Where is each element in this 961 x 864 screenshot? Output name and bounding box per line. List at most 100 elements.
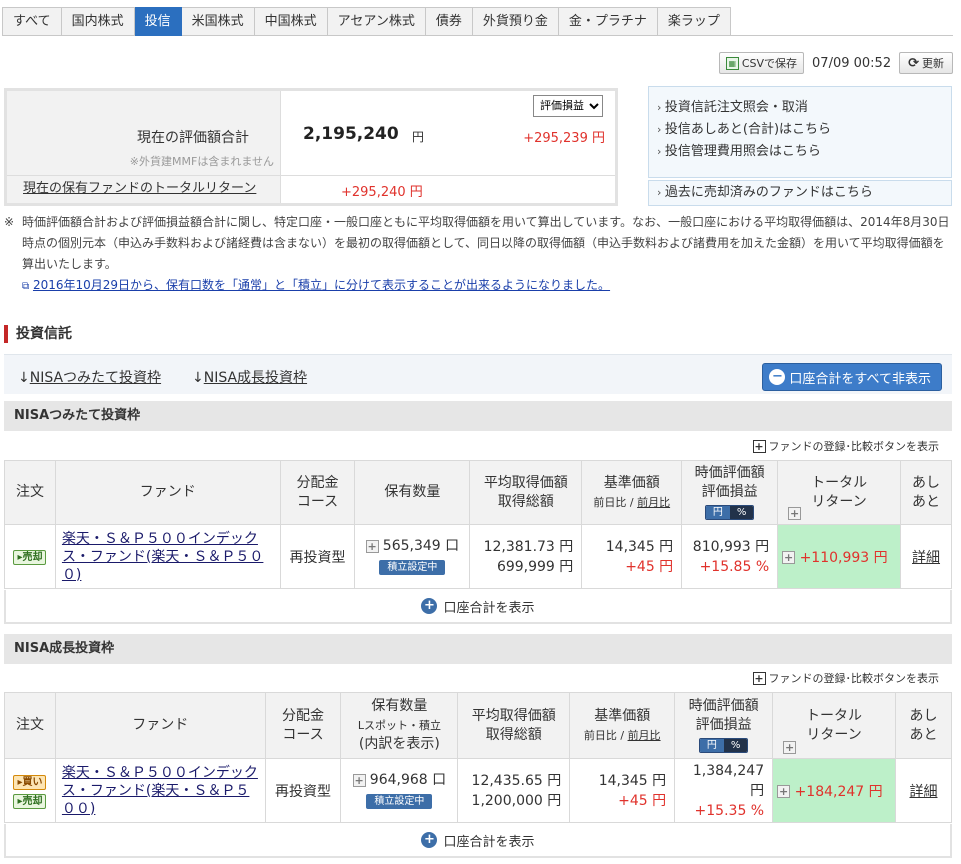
toggle-yen[interactable]: 円 (705, 506, 730, 519)
return-expand-icon[interactable]: + (777, 785, 791, 798)
gain-type-select[interactable]: 評価損益 (533, 95, 603, 117)
col-avg: 平均取得価額 取得総額 (469, 460, 583, 525)
refresh-button[interactable]: ⟳ 更新 (899, 52, 953, 74)
tab-mutual-funds[interactable]: 投信 (134, 7, 182, 36)
plus-circle-icon: + (421, 598, 438, 614)
tab-all[interactable]: すべて (2, 7, 62, 36)
avg-price: 12,435.65 円 (471, 772, 562, 789)
col-avg-line1: 平均取得価額 (471, 707, 556, 724)
col-avg: 平均取得価額 取得総額 (457, 692, 571, 759)
tab-foreign-deposits[interactable]: 外貨預り金 (472, 7, 559, 36)
col-qty: 保有数量 Lスポット・積立 (内訳を表示) (340, 692, 459, 759)
fund-register-toggle[interactable]: + ファンドの登録･比較ボタンを表示 (752, 670, 940, 686)
col-avg-line2: 取得総額 (497, 493, 554, 510)
plus-box-icon: + (752, 671, 766, 685)
col-avg-line1: 平均取得価額 (483, 474, 568, 491)
toggle-yen[interactable]: 円 (699, 739, 724, 752)
management-fee-link[interactable]: 投信管理費用照会はこちら (657, 141, 951, 163)
expand-icon[interactable]: + (788, 507, 802, 520)
avg-price: 12,381.73 円 (483, 538, 574, 555)
total-return: +110,993 円 (799, 549, 888, 566)
tsumitate-badge[interactable]: 積立設定中 (366, 794, 433, 809)
buy-button[interactable]: ▸買い (13, 774, 47, 790)
col-value: 時価評価額 評価損益円% (681, 460, 779, 525)
refresh-label: 更新 (922, 57, 944, 70)
disclaimer-mark: ※ (4, 215, 15, 229)
total-return-row: 現在の保有ファンドのトータルリターン +295,240 円 (7, 175, 615, 203)
yen-pct-toggle[interactable]: 円% (698, 738, 749, 753)
tsumitate-badge[interactable]: 積立設定中 (379, 560, 446, 575)
col-base-monthratio-link[interactable]: 前月比 (628, 729, 661, 742)
qty-expand-icon[interactable]: + (352, 774, 366, 787)
toggle-pct[interactable]: % (729, 506, 754, 519)
holding-qty: 565,349 口 (382, 538, 460, 554)
asset-tabs: すべて 国内株式 投信 米国株式 中国株式 アセアン株式 債券 外貨預り金 金・… (2, 7, 953, 36)
col-qty-line1: 保有数量 (371, 698, 428, 714)
tab-rakuwrap[interactable]: 楽ラップ (657, 7, 731, 36)
col-total-return: トータル リターン + (777, 460, 902, 525)
csv-save-button[interactable]: ▦ CSVで保存 (718, 52, 805, 74)
anchor-nisa-tsumitate-label: NISAつみたて投資枠 (29, 370, 162, 386)
col-base-monthratio-link[interactable]: 前月比 (637, 496, 670, 509)
tab-gold-platinum[interactable]: 金・プラチナ (558, 7, 658, 36)
yen-pct-toggle[interactable]: 円% (704, 505, 755, 520)
anchor-nisa-growth[interactable]: ↓NISA成長投資枠 (192, 367, 307, 387)
col-base-sep: / (620, 728, 625, 742)
past-sold-funds-link[interactable]: 過去に売却済みのファンドはこちら (648, 180, 952, 206)
qty-breakdown-link[interactable]: (内訳を表示) (359, 736, 440, 752)
show-account-total-button[interactable]: + 口座合計を表示 (4, 590, 952, 624)
detail-link[interactable]: 詳細 (912, 550, 940, 566)
col-fund: ファンド (54, 460, 281, 525)
fund-register-label: ファンドの登録･比較ボタンを表示 (768, 672, 940, 685)
return-expand-icon[interactable]: + (782, 551, 796, 564)
base-price: 14,345 円 (598, 772, 667, 789)
show-account-total-label: 口座合計を表示 (443, 834, 535, 850)
fund-register-label: ファンドの登録･比較ボタンを表示 (768, 440, 940, 453)
valuation-summary: 現在の評価額合計 ※外貨建MMFは含まれません 2,195,240 円 評価損益… (4, 88, 618, 206)
qty-expand-icon[interactable]: + (365, 540, 379, 553)
toolbar: ▦ CSVで保存 07/09 00:52 ⟳ 更新 (718, 52, 953, 74)
tab-china-stocks[interactable]: 中国株式 (254, 7, 328, 36)
hide-all-totals-button[interactable]: − 口座合計をすべて非表示 (762, 363, 942, 391)
csv-save-label: CSVで保存 (741, 57, 798, 70)
tab-bonds[interactable]: 債券 (425, 7, 473, 36)
day-change: +45 円 (625, 558, 674, 575)
tab-domestic-stocks[interactable]: 国内株式 (61, 7, 135, 36)
col-tr-line1: トータル (811, 474, 868, 491)
col-qty: 保有数量 (354, 460, 471, 525)
table-header-row: 注文 ファンド 分配金 コース 保有数量 平均取得価額 取得総額 基準価額 前日比 /… (4, 460, 952, 525)
hide-all-totals-label: 口座合計をすべて非表示 (789, 371, 931, 387)
disclaimer-text: 時価評価額合計および評価損益額合計に関し、特定口座・一般口座ともに平均取得価額を… (22, 215, 950, 271)
tab-asean-stocks[interactable]: アセアン株式 (327, 7, 426, 36)
market-value: 810,993 円 (692, 538, 770, 555)
tab-us-stocks[interactable]: 米国株式 (181, 7, 255, 36)
col-base-sep: / (629, 495, 634, 509)
col-value: 時価評価額 評価損益円% (674, 692, 774, 759)
col-base-dayratio: 前日比 (583, 728, 617, 742)
col-order: 注文 (4, 692, 56, 759)
fund-register-toggle[interactable]: + ファンドの登録･比較ボタンを表示 (752, 438, 940, 454)
show-account-total-button[interactable]: + 口座合計を表示 (4, 824, 952, 858)
fund-name-link[interactable]: 楽天・Ｓ＆Ｐ５００インデックス・ファンド(楽天・Ｓ＆Ｐ５００) (56, 764, 265, 818)
col-dist-line1: 分配金 (296, 474, 339, 491)
fund-name-link[interactable]: 楽天・Ｓ＆Ｐ５００インデックス・ファンド(楽天・Ｓ＆Ｐ５００) (56, 530, 280, 584)
col-dist: 分配金 コース (279, 460, 356, 525)
detail-link[interactable]: 詳細 (910, 784, 938, 800)
display-change-link[interactable]: 2016年10月29日から、保有口数を「通常」と「積立」に分けて表示することが出… (33, 278, 610, 292)
anchor-nisa-growth-label: NISA成長投資枠 (203, 370, 308, 386)
col-dist-line1: 分配金 (282, 707, 325, 724)
expand-icon[interactable]: + (783, 741, 797, 754)
total-return: +184,247 円 (794, 783, 883, 800)
fund-history-link[interactable]: 投信あしあと(合計)はこちら (657, 119, 951, 141)
total-return-link[interactable]: 現在の保有ファンドのトータルリターン (7, 176, 281, 203)
refresh-icon: ⟳ (908, 55, 919, 71)
toggle-pct[interactable]: % (723, 739, 748, 752)
table-row: ▸売却 楽天・Ｓ＆Ｐ５００インデックス・ファンド(楽天・Ｓ＆Ｐ５００) 再投資型… (4, 524, 952, 589)
base-price: 14,345 円 (605, 538, 674, 555)
sell-button[interactable]: ▸売却 (13, 549, 47, 565)
sell-button[interactable]: ▸売却 (13, 793, 47, 809)
col-avg-line2: 取得総額 (485, 726, 542, 743)
order-inquiry-link[interactable]: 投資信託注文照会・取消 (657, 97, 951, 119)
anchor-nisa-tsumitate[interactable]: ↓NISAつみたて投資枠 (18, 367, 161, 387)
mmf-note: ※外貨建MMFは含まれません (129, 155, 274, 168)
